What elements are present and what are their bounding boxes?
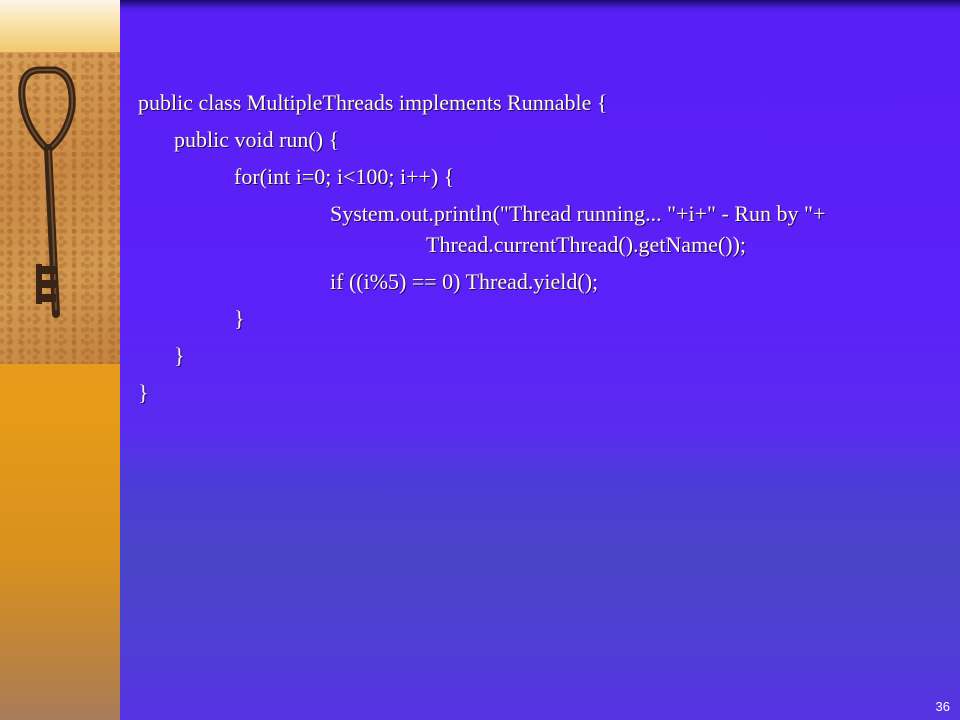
code-line-for-loop: for(int i=0; i<100; i++) { — [234, 164, 455, 189]
code-line-run-method: public void run() { — [174, 127, 340, 152]
code-line-println: System.out.println("Thread running... "+… — [138, 195, 948, 263]
left-decorative-strip — [0, 0, 120, 720]
code-line-class-declaration: public class MultipleThreads implements … — [138, 90, 608, 115]
slide: public class MultipleThreads implements … — [0, 0, 960, 720]
slide-top-shadow — [120, 0, 960, 8]
key-photo — [0, 52, 120, 364]
code-line-println-part2: Thread.currentThread().getName()); — [426, 232, 747, 257]
code-line-close-class: } — [138, 380, 149, 405]
code-line-yield: if ((i%5) == 0) Thread.yield(); — [330, 269, 599, 294]
code-line-println-part1: System.out.println("Thread running... "+… — [330, 201, 826, 226]
old-key-icon — [18, 66, 76, 318]
code-line-close-run: } — [174, 343, 185, 368]
page-number: 36 — [935, 699, 950, 714]
code-block: public class MultipleThreads implements … — [138, 84, 948, 411]
code-line-close-for: } — [234, 306, 245, 331]
